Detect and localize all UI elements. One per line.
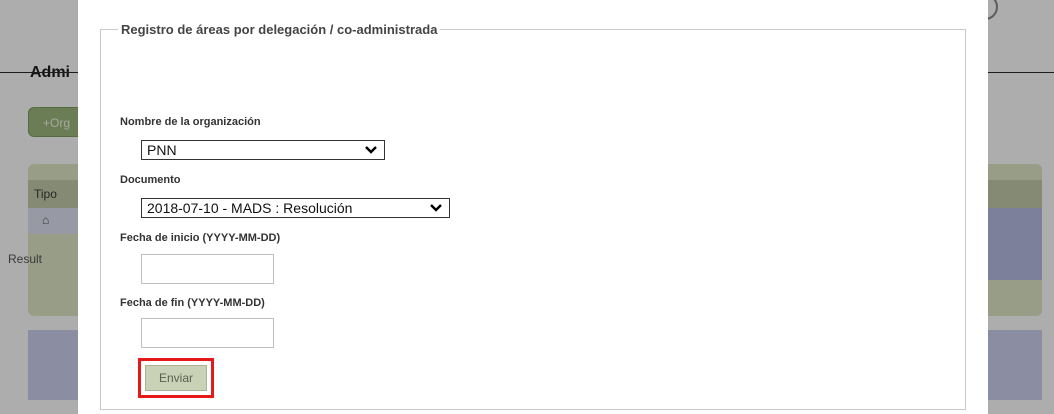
chevron-down-icon <box>430 204 442 212</box>
submit-button[interactable]: Enviar <box>145 365 207 391</box>
document-select[interactable]: 2018-07-10 - MADS : Resolución <box>141 198 450 218</box>
form-legend: Registro de áreas por delegación / co-ad… <box>121 22 438 37</box>
start-date-label: Fecha de inicio (YYYY-MM-DD) <box>120 232 281 244</box>
modal-dialog: Registro de áreas por delegación / co-ad… <box>78 0 988 414</box>
start-date-input[interactable] <box>141 254 274 284</box>
end-date-label: Fecha de fin (YYYY-MM-DD) <box>120 297 265 309</box>
organization-label: Nombre de la organización <box>120 116 261 128</box>
submit-highlight: Enviar <box>138 358 214 398</box>
organization-select-value: PNN <box>147 142 177 158</box>
document-label: Documento <box>120 174 181 186</box>
end-date-input[interactable] <box>141 318 274 348</box>
document-select-value: 2018-07-10 - MADS : Resolución <box>147 200 353 216</box>
organization-select[interactable]: PNN <box>141 140 385 160</box>
registration-form: Registro de áreas por delegación / co-ad… <box>100 22 966 410</box>
chevron-down-icon <box>365 146 377 154</box>
